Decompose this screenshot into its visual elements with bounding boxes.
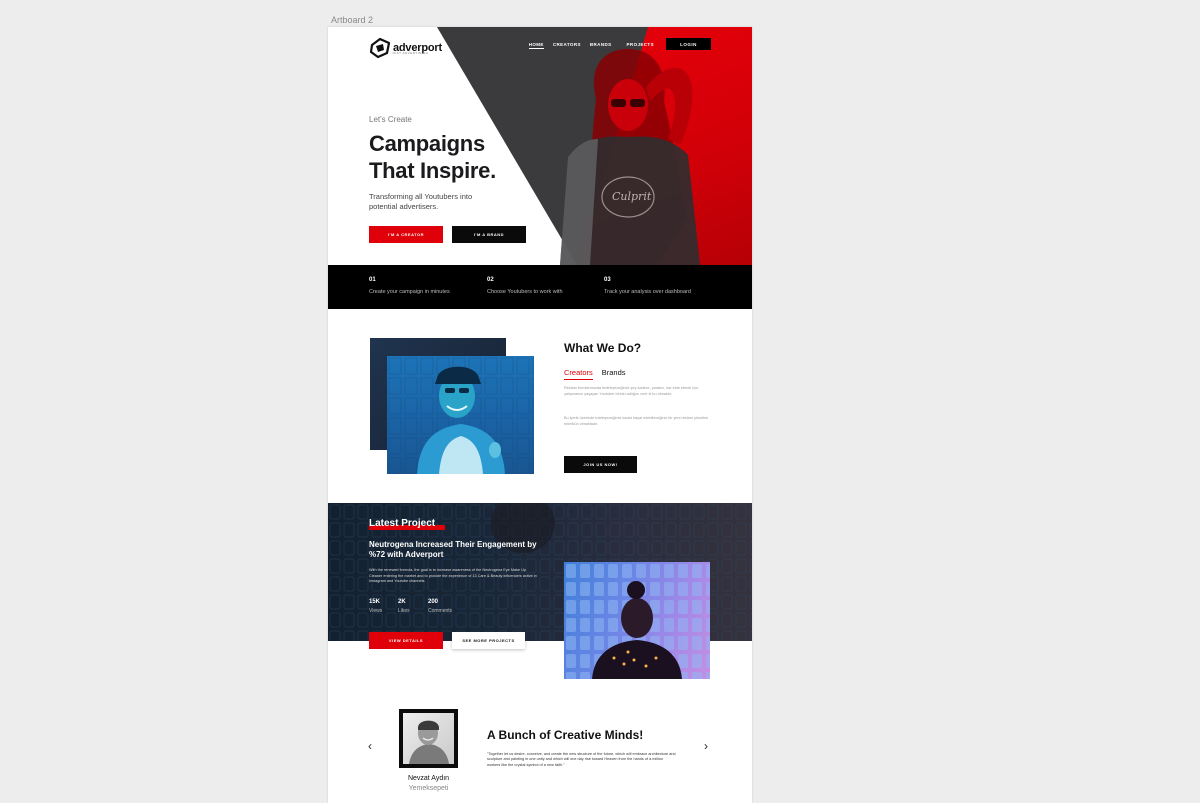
brand-logo[interactable]: adverport JUST ADVERTISING [369,37,442,59]
latest-project-title: Latest Project [369,518,436,529]
creator-photo-figure [387,356,534,474]
artboard: Culprit adverport JUST ADVERTISING HOME … [328,27,752,803]
step-number: 02 [487,277,494,283]
stat-label: Likes [398,608,410,614]
nav-projects[interactable]: PROJECTS [627,42,654,49]
logo-icon [369,37,391,59]
step-1: 01 Create your campaign in minutes [369,277,450,295]
hero-title-line-2: That Inspire. [369,158,496,183]
stat-comments: 200 Comments [428,599,452,614]
brand-button[interactable]: I'M A BRAND [452,226,526,243]
latest-project-description: With the renewed formula, the goal is to… [369,568,537,584]
hero-title: Campaigns That Inspire. [369,130,496,184]
stat-label: Views [369,608,383,614]
nav-brands[interactable]: BRANDS [590,42,612,49]
hero-section: Culprit adverport JUST ADVERTISING HOME … [328,27,752,265]
team-member-name: Nevzat Aydın [407,775,450,782]
step-2: 02 Choose Youtubers to work with [487,277,563,295]
steps-bar: 01 Create your campaign in minutes 02 Ch… [328,265,752,309]
step-text: Choose Youtubers to work with [487,289,563,295]
brand-tagline: JUST ADVERTISING [392,51,429,55]
stat-label: Comments [428,608,453,614]
nav-creators[interactable]: CREATORS [553,42,581,49]
what-we-do-paragraph-1: Reklam formlarımızda tedirleyeceğimiz şe… [564,386,698,396]
previous-arrow-icon[interactable]: ‹ [368,739,372,753]
step-text: Create your campaign in minutes [369,289,450,295]
login-button[interactable]: LOGIN [666,38,711,50]
project-photo-figure [564,562,710,679]
step-3: 03 Track your analysis over dashboard [604,277,691,295]
hero-subtitle: Transforming all Youtubers into potentia… [369,192,473,211]
creator-button[interactable]: I'M A CREATOR [369,226,443,243]
step-number: 01 [369,277,376,283]
stat-views: 15K Views [369,599,382,614]
stat-value: 200 [428,599,439,605]
avatar-portrait [409,720,449,764]
see-more-projects-button[interactable]: SEE MORE PROJECTS [452,632,525,649]
step-number: 03 [604,277,611,283]
stat-likes: 2K Likes [398,599,410,614]
stat-value: 15K [369,599,381,605]
what-we-do-tabs: Creators Brands [564,368,626,380]
main-nav: HOME CREATORS BRANDS PROJECTS [528,42,654,49]
join-us-button[interactable]: JOIN US NOW! [564,456,637,473]
hero-title-line-1: Campaigns [369,131,485,156]
tab-brands[interactable]: Brands [602,368,626,380]
team-member-company: Yemeksepeti [408,785,449,792]
team-quote: "Together let us desire, conceive, and c… [487,752,676,767]
nav-home[interactable]: HOME [528,42,544,49]
what-we-do-paragraph-2: Bu içerik üzerinde irdeleyeceğimiz kadar… [564,416,709,426]
hero-pretitle: Let's Create [369,115,412,124]
latest-project-photo [564,562,710,679]
stat-value: 2K [398,599,406,605]
latest-project-headline: Neutrogena Increased Their Engagement by… [369,540,537,559]
next-arrow-icon[interactable]: › [704,739,708,753]
artboard-label: Artboard 2 [331,15,374,25]
step-text: Track your analysis over dashboard [604,289,691,295]
team-member-avatar [399,709,458,768]
team-section-title: A Bunch of Creative Minds! [487,728,644,742]
tab-creators[interactable]: Creators [564,368,593,380]
view-details-button[interactable]: VIEW DETAILS [369,632,443,649]
what-we-do-photo [387,356,534,474]
what-we-do-title: What We Do? [564,341,642,355]
